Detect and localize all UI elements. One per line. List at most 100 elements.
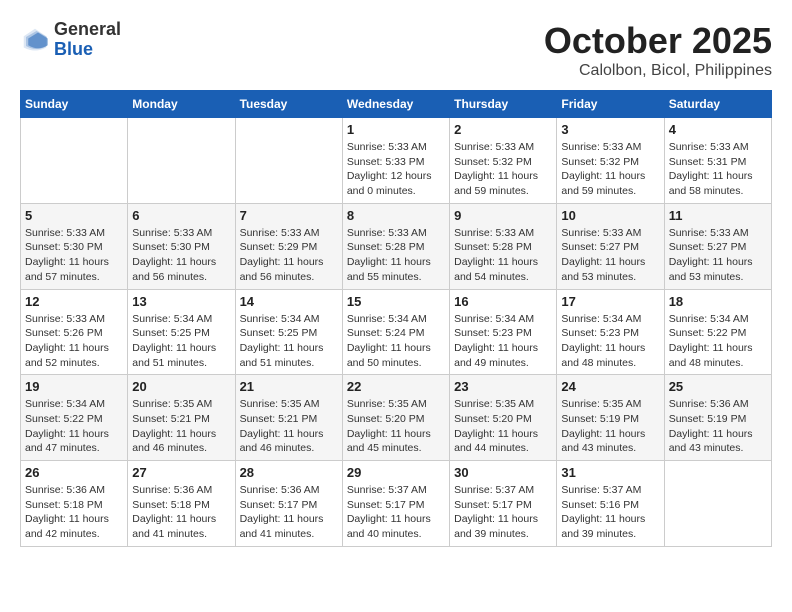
calendar-cell: 27 Sunrise: 5:36 AM Sunset: 5:18 PM Dayli… [128,461,235,547]
calendar-cell: 10 Sunrise: 5:33 AM Sunset: 5:27 PM Dayli… [557,203,664,289]
calendar-cell: 13 Sunrise: 5:34 AM Sunset: 5:25 PM Dayli… [128,289,235,375]
weekday-header: Thursday [450,91,557,118]
day-number: 30 [454,465,552,480]
logo: General Blue [20,20,121,60]
calendar-cell: 11 Sunrise: 5:33 AM Sunset: 5:27 PM Dayli… [664,203,771,289]
calendar-cell [235,118,342,204]
calendar-week-row: 26 Sunrise: 5:36 AM Sunset: 5:18 PM Dayli… [21,461,772,547]
day-number: 13 [132,294,230,309]
calendar-cell: 4 Sunrise: 5:33 AM Sunset: 5:31 PM Daylig… [664,118,771,204]
day-info: Sunrise: 5:33 AM Sunset: 5:27 PM Dayligh… [669,226,767,285]
calendar-cell [664,461,771,547]
day-number: 8 [347,208,445,223]
day-info: Sunrise: 5:34 AM Sunset: 5:23 PM Dayligh… [454,312,552,371]
day-info: Sunrise: 5:34 AM Sunset: 5:24 PM Dayligh… [347,312,445,371]
calendar-cell: 17 Sunrise: 5:34 AM Sunset: 5:23 PM Dayli… [557,289,664,375]
day-number: 9 [454,208,552,223]
day-number: 6 [132,208,230,223]
calendar-cell: 20Sunrise: 5:35 AM Sunset: 5:21 PM Dayli… [128,375,235,461]
weekday-header: Friday [557,91,664,118]
day-info: Sunrise: 5:36 AM Sunset: 5:19 PM Dayligh… [669,397,767,456]
day-number: 3 [561,122,659,137]
day-number: 7 [240,208,338,223]
calendar-cell: 31 Sunrise: 5:37 AM Sunset: 5:16 PM Dayli… [557,461,664,547]
day-info: Sunrise: 5:37 AM Sunset: 5:16 PM Dayligh… [561,483,659,542]
day-info: Sunrise: 5:34 AM Sunset: 5:25 PM Dayligh… [240,312,338,371]
day-number: 5 [25,208,123,223]
day-number: 27 [132,465,230,480]
day-number: 29 [347,465,445,480]
day-info: Sunrise: 5:33 AM Sunset: 5:29 PM Dayligh… [240,226,338,285]
calendar-cell: 2 Sunrise: 5:33 AM Sunset: 5:32 PM Daylig… [450,118,557,204]
calendar-cell: 24 Sunrise: 5:35 AM Sunset: 5:19 PM Dayli… [557,375,664,461]
calendar-header: SundayMondayTuesdayWednesdayThursdayFrid… [21,91,772,118]
day-info: Sunrise: 5:36 AM Sunset: 5:18 PM Dayligh… [25,483,123,542]
calendar-cell: 8 Sunrise: 5:33 AM Sunset: 5:28 PM Daylig… [342,203,449,289]
day-number: 28 [240,465,338,480]
day-number: 20 [132,379,230,394]
day-number: 26 [25,465,123,480]
calendar-week-row: 12Sunrise: 5:33 AM Sunset: 5:26 PM Dayli… [21,289,772,375]
day-number: 10 [561,208,659,223]
logo-text: General Blue [54,20,121,60]
weekday-header: Tuesday [235,91,342,118]
day-info: Sunrise: 5:33 AM Sunset: 5:28 PM Dayligh… [347,226,445,285]
calendar-cell: 26 Sunrise: 5:36 AM Sunset: 5:18 PM Dayli… [21,461,128,547]
calendar-week-row: 5 Sunrise: 5:33 AM Sunset: 5:30 PM Daylig… [21,203,772,289]
calendar-cell: 1Sunrise: 5:33 AM Sunset: 5:33 PM Daylig… [342,118,449,204]
day-number: 19 [25,379,123,394]
day-number: 11 [669,208,767,223]
day-number: 15 [347,294,445,309]
day-number: 31 [561,465,659,480]
day-info: Sunrise: 5:35 AM Sunset: 5:20 PM Dayligh… [454,397,552,456]
calendar-cell: 16 Sunrise: 5:34 AM Sunset: 5:23 PM Dayli… [450,289,557,375]
day-info: Sunrise: 5:33 AM Sunset: 5:32 PM Dayligh… [561,140,659,199]
calendar-cell: 12Sunrise: 5:33 AM Sunset: 5:26 PM Dayli… [21,289,128,375]
calendar-cell: 22 Sunrise: 5:35 AM Sunset: 5:20 PM Dayli… [342,375,449,461]
day-info: Sunrise: 5:33 AM Sunset: 5:30 PM Dayligh… [132,226,230,285]
day-info: Sunrise: 5:35 AM Sunset: 5:19 PM Dayligh… [561,397,659,456]
day-info: Sunrise: 5:36 AM Sunset: 5:18 PM Dayligh… [132,483,230,542]
day-number: 24 [561,379,659,394]
day-number: 2 [454,122,552,137]
calendar-cell: 29 Sunrise: 5:37 AM Sunset: 5:17 PM Dayli… [342,461,449,547]
calendar-cell: 7 Sunrise: 5:33 AM Sunset: 5:29 PM Daylig… [235,203,342,289]
day-number: 22 [347,379,445,394]
calendar-cell: 23Sunrise: 5:35 AM Sunset: 5:20 PM Dayli… [450,375,557,461]
day-info: Sunrise: 5:33 AM Sunset: 5:27 PM Dayligh… [561,226,659,285]
day-number: 16 [454,294,552,309]
weekday-header: Sunday [21,91,128,118]
day-info: Sunrise: 5:37 AM Sunset: 5:17 PM Dayligh… [454,483,552,542]
day-number: 17 [561,294,659,309]
day-info: Sunrise: 5:34 AM Sunset: 5:25 PM Dayligh… [132,312,230,371]
day-number: 18 [669,294,767,309]
calendar-cell: 28Sunrise: 5:36 AM Sunset: 5:17 PM Dayli… [235,461,342,547]
day-info: Sunrise: 5:33 AM Sunset: 5:32 PM Dayligh… [454,140,552,199]
calendar-cell [21,118,128,204]
day-info: Sunrise: 5:33 AM Sunset: 5:26 PM Dayligh… [25,312,123,371]
calendar-cell: 14Sunrise: 5:34 AM Sunset: 5:25 PM Dayli… [235,289,342,375]
calendar-cell [128,118,235,204]
title-block: October 2025 Calolbon, Bicol, Philippine… [544,20,772,80]
month-title: October 2025 [544,20,772,62]
calendar-cell: 18Sunrise: 5:34 AM Sunset: 5:22 PM Dayli… [664,289,771,375]
calendar-cell: 19 Sunrise: 5:34 AM Sunset: 5:22 PM Dayli… [21,375,128,461]
day-number: 1 [347,122,445,137]
calendar-cell: 6 Sunrise: 5:33 AM Sunset: 5:30 PM Daylig… [128,203,235,289]
weekday-header: Monday [128,91,235,118]
day-info: Sunrise: 5:33 AM Sunset: 5:30 PM Dayligh… [25,226,123,285]
day-number: 25 [669,379,767,394]
calendar-cell: 3 Sunrise: 5:33 AM Sunset: 5:32 PM Daylig… [557,118,664,204]
day-info: Sunrise: 5:35 AM Sunset: 5:20 PM Dayligh… [347,397,445,456]
calendar-week-row: 19 Sunrise: 5:34 AM Sunset: 5:22 PM Dayli… [21,375,772,461]
day-info: Sunrise: 5:35 AM Sunset: 5:21 PM Dayligh… [240,397,338,456]
calendar-week-row: 1Sunrise: 5:33 AM Sunset: 5:33 PM Daylig… [21,118,772,204]
day-number: 4 [669,122,767,137]
day-info: Sunrise: 5:33 AM Sunset: 5:31 PM Dayligh… [669,140,767,199]
calendar-cell: 25 Sunrise: 5:36 AM Sunset: 5:19 PM Dayli… [664,375,771,461]
day-info: Sunrise: 5:34 AM Sunset: 5:22 PM Dayligh… [25,397,123,456]
day-info: Sunrise: 5:37 AM Sunset: 5:17 PM Dayligh… [347,483,445,542]
weekday-row: SundayMondayTuesdayWednesdayThursdayFrid… [21,91,772,118]
logo-icon [20,25,50,55]
day-info: Sunrise: 5:34 AM Sunset: 5:23 PM Dayligh… [561,312,659,371]
